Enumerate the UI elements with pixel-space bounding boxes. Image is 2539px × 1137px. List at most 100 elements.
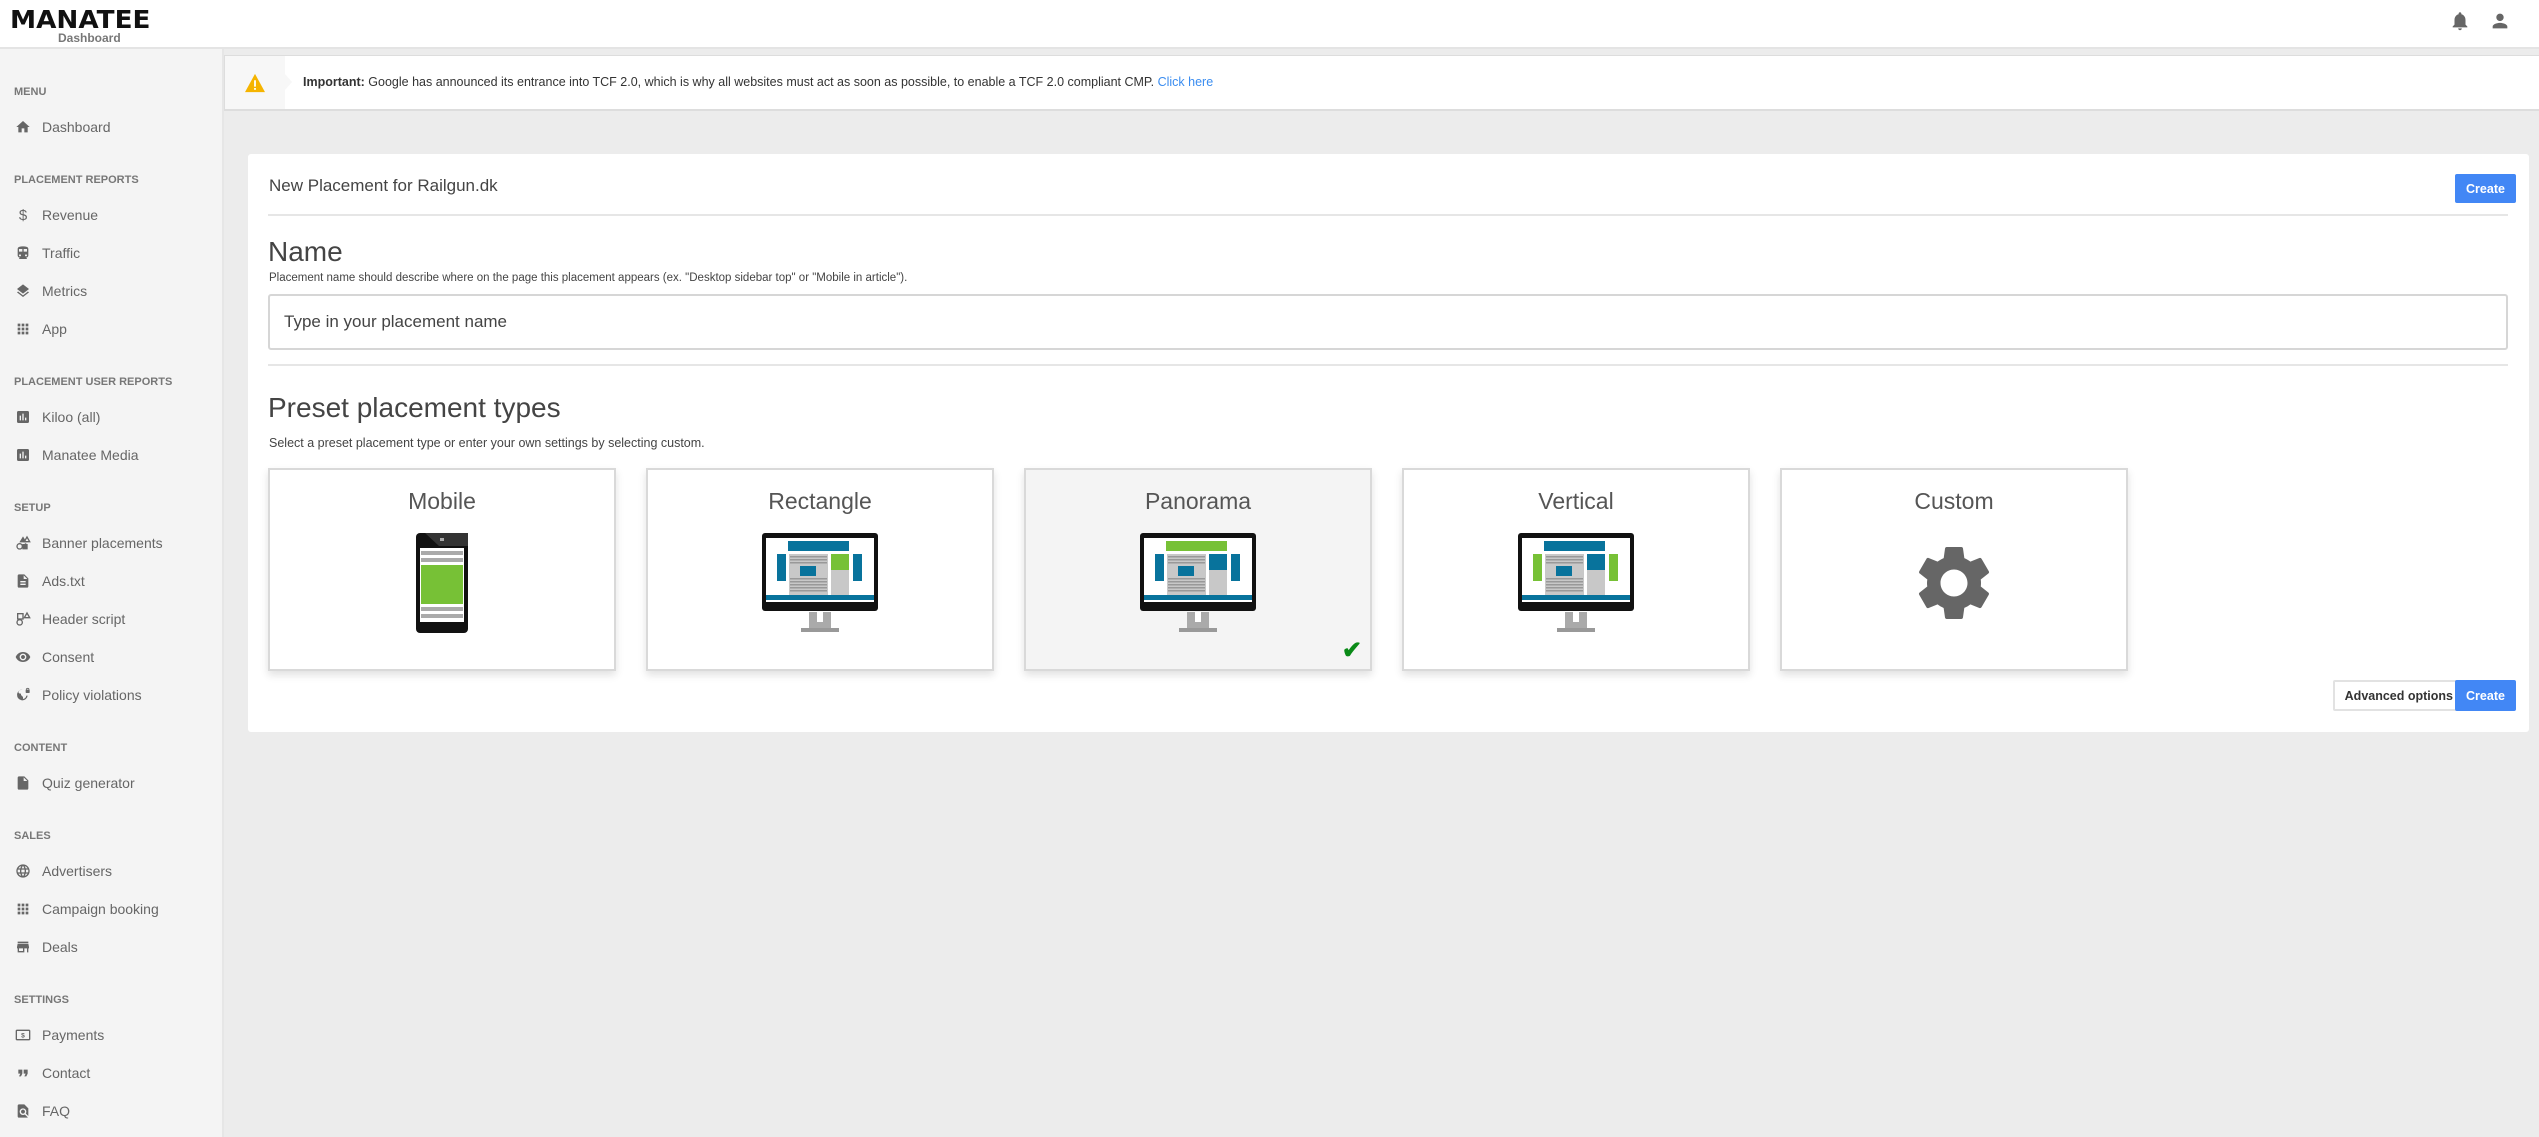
sidebar-item-consent[interactable]: Consent [14,645,94,669]
new-placement-card: New Placement for Railgun.dk Create Name… [248,154,2529,732]
create-button-bottom[interactable]: Create [2455,680,2516,711]
apps-grid-icon [14,320,32,338]
sidebar-item-deals[interactable]: Deals [14,935,78,959]
sidebar-item-ads-txt[interactable]: Ads.txt [14,569,85,593]
logo-text: MANATEE [10,5,151,34]
preset-tile-rectangle[interactable]: Rectangle [646,468,994,671]
sidebar-item-kiloo[interactable]: Kiloo (all) [14,405,100,429]
sidebar-section-placement-reports: PLACEMENT REPORTS [14,174,139,186]
preset-heading: Preset placement types [268,392,561,423]
document-icon [14,572,32,590]
placement-name-input[interactable] [268,294,2508,350]
sidebar-item-contact[interactable]: Contact [14,1061,90,1085]
sidebar-item-label: Consent [42,649,95,665]
logo[interactable]: MANATEE Dashboard [10,7,150,45]
sidebar-item-label: Quiz generator [42,775,135,791]
gear-icon [1909,538,1999,633]
advanced-options-button[interactable]: Advanced options [2332,680,2465,711]
sidebar-item-traffic[interactable]: Traffic [14,241,80,265]
shapes-icon [14,534,32,552]
sidebar-item-label: Payments [42,1027,105,1043]
sidebar-section-placement-user-reports: PLACEMENT USER REPORTS [14,376,173,388]
sidebar-item-payments[interactable]: $ Payments [14,1023,104,1047]
eye-icon [14,648,32,666]
user-icon[interactable] [2489,10,2511,37]
sidebar-item-label: Metrics [42,283,88,299]
layers-icon [14,282,32,300]
sidebar-item-app[interactable]: App [14,317,67,341]
alert-label: Important: [303,75,365,89]
preset-label: Rectangle [768,488,872,514]
selected-check-icon: ✔ [1341,637,1362,664]
sidebar-item-dashboard[interactable]: Dashboard [14,115,111,139]
store-icon [14,938,32,956]
sidebar-section-content: CONTENT [14,742,68,754]
tcf-alert-banner: Important: Google has announced its entr… [224,55,2539,111]
preset-label: Panorama [1144,488,1252,514]
create-button-top[interactable]: Create [2455,174,2516,203]
sidebar-item-campaign-booking[interactable]: Campaign booking [14,897,159,921]
desktop-panorama-icon [1139,532,1257,639]
sidebar-item-banner-placements[interactable]: Banner placements [14,531,163,555]
sidebar-section-sales: SALES [14,830,51,842]
preset-tile-vertical[interactable]: Vertical [1402,468,1750,671]
find-in-page-icon [14,1102,32,1120]
mobile-phone-icon [415,532,469,639]
sidebar-item-header-script[interactable]: Header script [14,607,125,631]
preset-label: Mobile [408,488,476,514]
preset-tiles: Mobile Rectangle Panorama ✔ Vertical Cus… [268,468,2128,671]
top-bar: MANATEE Dashboard [0,0,2539,49]
sidebar-item-label: Ads.txt [42,573,85,589]
bell-icon[interactable] [2449,10,2471,37]
sidebar-item-label: Dashboard [42,119,111,135]
sidebar: MENU Dashboard PLACEMENT REPORTS $ Reven… [0,49,224,1137]
sidebar-item-faq[interactable]: FAQ [14,1099,70,1123]
bar-chart-icon [14,408,32,426]
desktop-vertical-icon [1517,532,1635,639]
sidebar-section-menu: MENU [14,86,47,98]
train-icon [14,244,32,262]
quote-icon [14,1064,32,1082]
home-icon [14,118,32,136]
sidebar-section-settings: SETTINGS [14,994,70,1006]
sidebar-item-manatee-media[interactable]: Manatee Media [14,443,139,467]
payments-icon: $ [14,1026,32,1044]
sidebar-item-label: Manatee Media [42,447,139,463]
file-icon [14,774,32,792]
preset-help-text: Select a preset placement type or enter … [269,436,705,450]
globe-lock-icon [14,686,32,704]
dollar-icon: $ [18,206,28,224]
name-heading: Name [268,236,343,267]
desktop-rectangle-icon [761,532,879,639]
preset-tile-panorama[interactable]: Panorama ✔ [1024,468,1372,671]
sidebar-section-setup: SETUP [14,502,51,514]
sidebar-item-label: Policy violations [42,687,142,703]
sidebar-item-metrics[interactable]: Metrics [14,279,87,303]
apps-grid-icon [14,900,32,918]
sidebar-item-label: Header script [42,611,126,627]
preset-label: Custom [1914,488,1994,514]
sidebar-item-policy-violations[interactable]: Policy violations [14,683,142,707]
sidebar-item-label: Traffic [42,245,81,261]
sidebar-item-label: FAQ [42,1103,71,1119]
page-title: New Placement for Railgun.dk [269,176,498,195]
divider [268,364,2508,366]
warning-icon [245,73,265,92]
alert-click-here-link[interactable]: Click here [1158,75,1214,89]
logo-subtitle: Dashboard [58,31,121,45]
sidebar-item-label: App [42,321,67,337]
sidebar-item-label: Deals [42,939,78,955]
sidebar-item-quiz-generator[interactable]: Quiz generator [14,771,135,795]
globe-icon [14,862,32,880]
sidebar-item-advertisers[interactable]: Advertisers [14,859,112,883]
preset-tile-mobile[interactable]: Mobile [268,468,616,671]
sidebar-item-label: Revenue [42,207,99,223]
name-help-text: Placement name should describe where on … [269,272,908,284]
sidebar-item-revenue[interactable]: $ Revenue [14,203,98,227]
alert-message: Important: Google has announced its entr… [303,75,1213,89]
alert-body: Google has announced its entrance into T… [364,75,1158,89]
preset-tile-custom[interactable]: Custom [1780,468,2128,671]
preset-label: Vertical [1538,488,1614,514]
sidebar-item-label: Contact [42,1065,91,1081]
sidebar-item-label: Banner placements [42,535,163,551]
